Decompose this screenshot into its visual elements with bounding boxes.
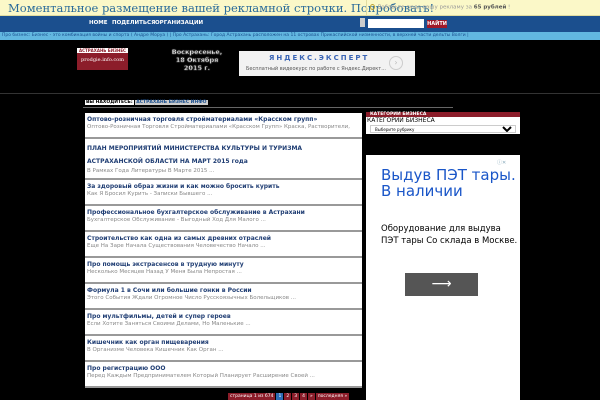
rss-icon[interactable] [360,18,365,27]
list-item: Про регистрацию ООО Перед Каждым Предприн… [85,362,362,388]
divider [366,0,367,16]
article-desc: Как Я Бросил Курить - Записки Бывшего ..… [87,191,213,197]
add-ad-price: 65 рублей [473,4,507,11]
article-desc: Этого События Ждали Огромное Число Русск… [87,295,296,301]
promo-bar: Моментальное размещение вашей рекламной … [0,0,600,16]
article-desc: Перед Каждым Предпринимателем Который Пл… [87,373,315,379]
logo-text: prodgie.info.com [81,57,124,63]
article-title[interactable]: Профессиональное бухгалтерское обслужива… [87,209,360,217]
page-info: страница 1 из 674 [228,393,276,400]
breadcrumb-current[interactable]: АСТРАХАНЬ БИЗНЕС ИНФО [135,100,208,105]
nav-home[interactable]: HOME [89,20,108,26]
page-3[interactable]: 3 [292,393,300,400]
site-logo[interactable]: АСТРАХАНЬ БИЗНЕС ИНФО prodgie.info.com [77,48,128,70]
next-page[interactable]: » [307,393,315,400]
list-item: ПЛАН МЕРОПРИЯТИЙ МИНИСТЕРСТВА КУЛЬТУРЫ И… [85,139,362,180]
article-desc: Оптово-Розничная Торговля Стройматериала… [87,124,350,130]
adchoices-icon[interactable]: ⓘ✕ [497,159,506,166]
page-2[interactable]: 2 [284,393,292,400]
article-title[interactable]: Про регистрацию ООО [87,365,360,373]
list-item: Формула 1 в Сочи или большие гонки в Рос… [85,284,362,310]
ad-desc: Бесплатный видеокурс по работе с Яндекс.… [246,66,386,72]
article-title[interactable]: Кишечник как орган пищеварения [87,339,360,347]
article-list: Оптово-розничная торговля стройматериала… [85,113,362,388]
widget-label: КАТЕГОРИИ БИЗНЕСА [367,117,435,124]
arrow-right-button[interactable]: ⟶ [405,273,478,296]
breadcrumb-label: ВЫ НАХОДИТЕСЬ: [85,100,134,105]
list-item: Оптово-розничная торговля стройматериала… [85,113,362,139]
article-desc: Еще На Заре Начала Существования Человеч… [87,243,266,249]
add-ad-tail: ! [508,4,511,11]
article-desc: В Рамках Года Литературы В Марте 2015 ..… [87,168,215,174]
ad-title: ЯНДЕКС.ЭКСПЕРТ [269,54,370,62]
article-title[interactable]: ПЛАН МЕРОПРИЯТИЙ МИНИСТЕРСТВА КУЛЬТУРЫ И… [87,142,360,168]
article-title[interactable]: Формула 1 в Сочи или большие гонки в Рос… [87,287,360,295]
list-item: Профессиональное бухгалтерское обслужива… [85,206,362,232]
nav-organizations[interactable]: ОРГАНИЗАЦИИ [155,20,203,26]
ad-title[interactable]: Выдув ПЭТ тары. В наличии [381,167,520,199]
list-item: За здоровый образ жизни и как можно брос… [85,180,362,206]
news-ticker: Про бизнес: Бизнес - это комбинация войн… [0,32,600,40]
article-title[interactable]: За здоровый образ жизни и как можно брос… [87,183,360,191]
categories-widget: КАТЕГОРИИ БИЗНЕСА КАТЕГОРИИ БИЗНЕСА Выбе… [366,112,520,134]
divider [83,107,453,108]
search-button[interactable]: НАЙТИ [427,20,447,28]
article-title[interactable]: Строительство как одна из самых древних … [87,235,360,243]
bulb-icon [370,4,375,10]
divider [0,93,600,94]
category-select[interactable]: Выберите рубрику [370,125,516,133]
ad-desc: Оборудование для выдува ПЭТ тары Со скла… [381,224,518,246]
nav-share[interactable]: ПОДЕЛИТЬСЯ [112,20,155,26]
breadcrumb: ВЫ НАХОДИТЕСЬ: АСТРАХАНЬ БИЗНЕС ИНФО [85,100,208,105]
add-ad-link[interactable]: Добавьте сюда вашу рекламу за 65 рублей … [370,4,510,11]
add-ad-text: Добавьте сюда вашу рекламу за [377,4,472,11]
article-desc: Бухгалтерское Обслуживание - Выгодный Хо… [87,217,266,223]
article-desc: В Организме Человека Кишечник Как Орган … [87,347,224,353]
article-title[interactable]: Про мультфильмы, детей и супер героев [87,313,360,321]
list-item: Кишечник как орган пищеварения В Организ… [85,336,362,362]
page-4[interactable]: 4 [300,393,307,400]
list-item: Про мультфильмы, детей и супер героев Есл… [85,310,362,336]
list-item: Строительство как одна из самых древних … [85,232,362,258]
yandex-ad-banner[interactable]: ЯНДЕКС.ЭКСПЕРТ Бесплатный видеокурс по р… [239,51,415,76]
article-title[interactable]: Оптово-розничная торговля стройматериала… [87,116,360,124]
article-desc: Несколько Месяцев Назад У Меня Была Непр… [87,269,242,275]
pagination: страница 1 из 674 1 2 3 4» последняя » [228,393,350,400]
search-input[interactable] [368,19,424,28]
side-ad[interactable]: ⓘ✕ Выдув ПЭТ тары. В наличии Оборудовани… [366,155,520,400]
article-desc: Если Хотите Заняться Своими Делами, Но М… [87,321,251,327]
last-page[interactable]: последняя » [315,393,350,400]
list-item: Про помощь экстрасенсов в трудную минуту… [85,258,362,284]
page-1[interactable]: 1 [276,393,284,400]
current-date: Воскресенье, 18 Октября 2015 г. [171,48,223,72]
chevron-right-icon[interactable]: › [389,56,403,70]
article-title[interactable]: Про помощь экстрасенсов в трудную минуту [87,261,360,269]
main-nav: HOME ПОДЕЛИТЬСЯ ОРГАНИЗАЦИИ НАЙТИ [0,16,600,32]
